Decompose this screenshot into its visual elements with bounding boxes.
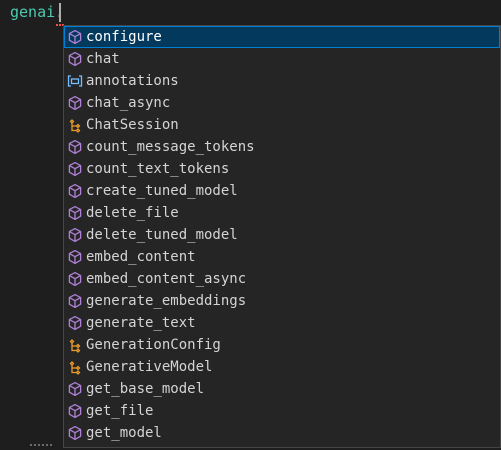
suggestion-label: count_message_tokens <box>86 139 255 155</box>
method-icon <box>67 271 83 287</box>
method-icon <box>67 425 83 441</box>
suggestion-item[interactable]: count_message_tokens <box>64 136 500 158</box>
suggestion-label: ChatSession <box>86 117 179 133</box>
method-icon <box>67 139 83 155</box>
suggestion-label: create_tuned_model <box>86 183 238 199</box>
suggestion-item[interactable]: get_file <box>64 400 500 422</box>
suggestion-item[interactable]: GenerativeModel <box>64 356 500 378</box>
suggestion-label: annotations <box>86 73 179 89</box>
method-icon <box>67 29 83 45</box>
method-icon <box>67 95 83 111</box>
code-text[interactable]: genai. <box>10 3 64 22</box>
suggestion-item[interactable]: generate_text <box>64 312 500 334</box>
suggestion-item[interactable]: embed_content_async <box>64 268 500 290</box>
suggestion-item[interactable]: annotations <box>64 70 500 92</box>
suggestion-label: configure <box>86 29 162 45</box>
method-icon <box>67 183 83 199</box>
suggestion-item[interactable]: chat_async <box>64 92 500 114</box>
class-icon <box>67 117 83 133</box>
suggestion-label: generate_embeddings <box>86 293 247 309</box>
class-icon <box>67 359 83 375</box>
method-icon <box>67 205 83 221</box>
suggestion-item[interactable]: ChatSession <box>64 114 500 136</box>
suggestion-item[interactable]: chat <box>64 48 500 70</box>
editor-line[interactable]: genai. <box>0 0 501 26</box>
suggestion-label: chat_async <box>86 95 171 111</box>
text-cursor <box>59 3 61 22</box>
suggestion-label: GenerativeModel <box>86 359 213 375</box>
suggest-widget[interactable]: configure chat annotations chat_async ChatSe… <box>63 25 501 448</box>
suggestion-item[interactable]: configure <box>64 26 500 48</box>
suggestion-label: generate_text <box>86 315 196 331</box>
suggestion-label: get_base_model <box>86 381 205 397</box>
suggestion-item[interactable]: get_base_model <box>64 378 500 400</box>
method-icon <box>67 403 83 419</box>
method-icon <box>67 161 83 177</box>
variable-icon <box>67 73 83 89</box>
suggestion-item[interactable]: generate_embeddings <box>64 290 500 312</box>
method-icon <box>67 315 83 331</box>
suggestion-label: get_file <box>86 403 154 419</box>
suggestion-item[interactable]: GenerationConfig <box>64 334 500 356</box>
editor-underline-fragment <box>30 444 52 450</box>
suggestion-label: embed_content_async <box>86 271 247 287</box>
suggestion-label: delete_file <box>86 205 179 221</box>
method-icon <box>67 293 83 309</box>
suggestion-label: get_model <box>86 425 162 441</box>
suggestion-item[interactable]: embed_content <box>64 246 500 268</box>
class-icon <box>67 337 83 353</box>
method-icon <box>67 227 83 243</box>
code-identifier: genai <box>10 3 56 21</box>
method-icon <box>67 249 83 265</box>
suggestion-label: embed_content <box>86 249 196 265</box>
method-icon <box>67 381 83 397</box>
suggestion-item[interactable]: create_tuned_model <box>64 180 500 202</box>
suggestion-label: chat <box>86 51 120 67</box>
suggestion-item[interactable]: get_model <box>64 422 500 444</box>
suggestion-label: delete_tuned_model <box>86 227 238 243</box>
suggestion-item[interactable]: delete_file <box>64 202 500 224</box>
method-icon <box>67 51 83 67</box>
suggestion-label: count_text_tokens <box>86 161 230 177</box>
suggestion-item[interactable]: count_text_tokens <box>64 158 500 180</box>
suggestion-label: GenerationConfig <box>86 337 221 353</box>
suggestion-item[interactable]: delete_tuned_model <box>64 224 500 246</box>
